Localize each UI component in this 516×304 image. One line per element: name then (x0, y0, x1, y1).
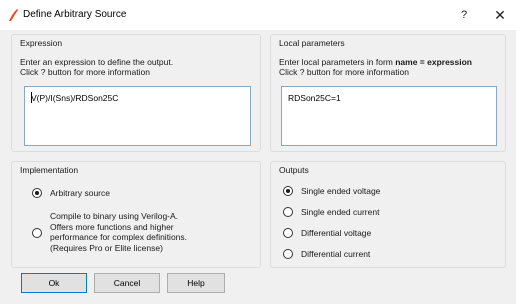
radio-button[interactable] (32, 188, 42, 198)
local-parameters-description: Enter local parameters in form name = ex… (279, 57, 472, 77)
expression-desc-line1: Enter an expression to define the output… (20, 57, 174, 67)
expression-group: Expression Enter an expression to define… (11, 34, 261, 152)
outputs-group-title: Outputs (279, 165, 309, 175)
radio-label: Differential current (301, 249, 371, 259)
local-params-desc-line2: Click ? button for more information (279, 67, 409, 77)
expression-group-title: Expression (20, 38, 63, 48)
help-button[interactable]: Help (167, 273, 225, 293)
radio-label: Arbitrary source (50, 188, 110, 198)
expression-desc-line2: Click ? button for more information (20, 67, 150, 77)
title-bar: Define Arbitrary Source ? ✕ (0, 0, 516, 30)
window-title: Define Arbitrary Source (23, 9, 127, 20)
local-parameters-group-title: Local parameters (279, 38, 345, 48)
radio-compile-verilog-a[interactable]: Compile to binary using Verilog-A. Offer… (32, 211, 252, 263)
radio-button[interactable] (32, 228, 42, 238)
radio-button[interactable] (283, 207, 293, 217)
expression-value: V(P)/I(Sns)/RDSon25C (31, 93, 119, 103)
radio-label: Single ended voltage (301, 186, 381, 196)
ok-button[interactable]: Ok (21, 273, 87, 293)
local-parameters-input[interactable]: RDSon25C=1 (281, 86, 497, 146)
radio-button[interactable] (283, 186, 293, 196)
expression-description: Enter an expression to define the output… (20, 57, 173, 77)
local-parameters-group: Local parameters Enter local parameters … (270, 34, 506, 152)
help-icon[interactable]: ? (455, 6, 473, 24)
implementation-group: Implementation Arbitrary source Compile … (11, 161, 261, 268)
close-icon[interactable]: ✕ (490, 5, 510, 25)
expression-input[interactable]: V(P)/I(Sns)/RDSon25C (24, 86, 251, 146)
cancel-button[interactable]: Cancel (94, 273, 160, 293)
ltspice-app-icon (9, 9, 18, 21)
radio-label: Differential voltage (301, 228, 372, 238)
outputs-group: Outputs Single ended voltage Single ende… (270, 161, 506, 268)
verilog-a-description: Compile to binary using Verilog-A. Offer… (50, 211, 188, 253)
implementation-group-title: Implementation (20, 165, 79, 175)
radio-label: Single ended current (301, 207, 380, 217)
radio-button[interactable] (283, 228, 293, 238)
local-params-desc-line1: Enter local parameters in form name = ex… (279, 57, 472, 67)
local-parameters-value: RDSon25C=1 (288, 93, 341, 103)
radio-button[interactable] (283, 249, 293, 259)
